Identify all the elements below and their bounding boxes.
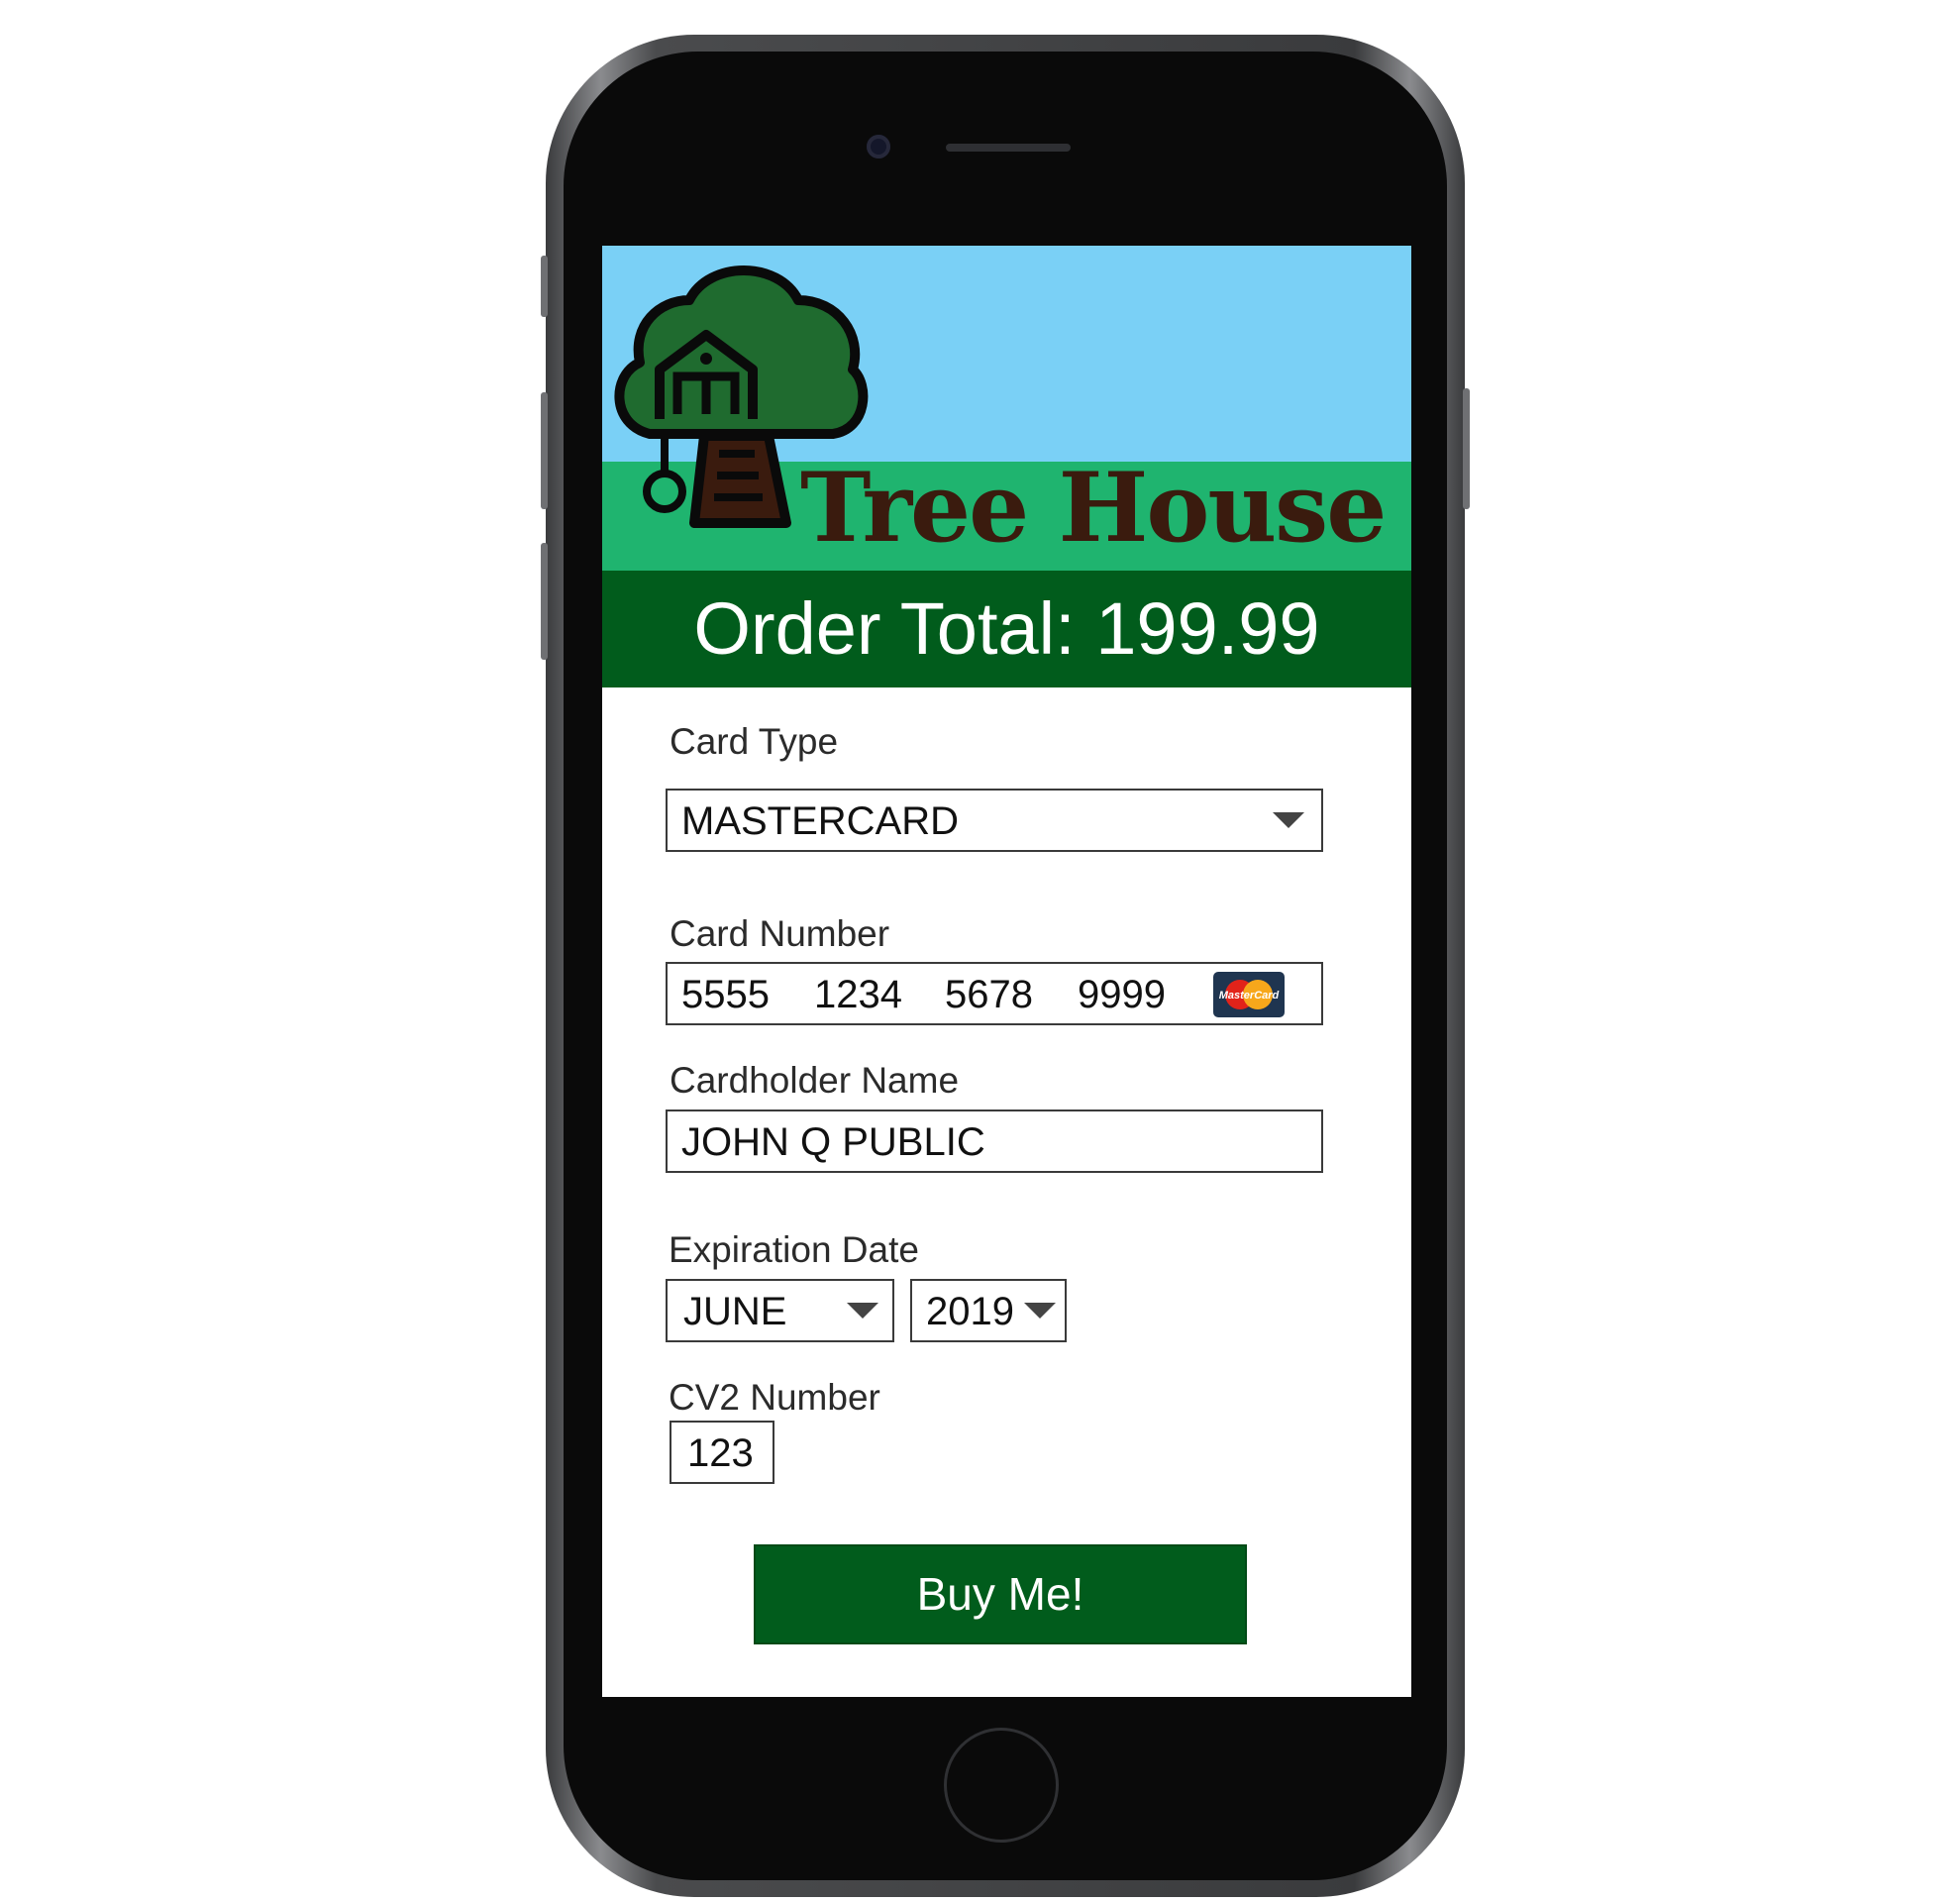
cv2-number-field[interactable]: 123 <box>670 1421 774 1484</box>
mastercard-icon: MasterCard <box>1213 972 1285 1017</box>
brand-title: Tree House <box>800 452 1387 564</box>
card-type-label: Card Type <box>670 721 839 762</box>
caret-down-icon <box>847 1303 878 1319</box>
card-number-label: Card Number <box>670 913 890 954</box>
cardholder-name-value: JOHN Q PUBLIC <box>681 1120 985 1164</box>
home-button[interactable] <box>944 1728 1059 1843</box>
cv2-number-value: 123 <box>687 1431 754 1475</box>
card-number-group: 1234 <box>814 973 902 1016</box>
expiration-date-label: Expiration Date <box>669 1229 919 1270</box>
volume-up-button <box>541 392 548 509</box>
app-screen: Tree House Order Total: 199.99 Card Type… <box>602 246 1411 1697</box>
card-type-value: MASTERCARD <box>681 799 960 843</box>
power-button <box>1463 388 1470 509</box>
expiration-year-value: 2019 <box>926 1290 1014 1333</box>
card-number-group: 9999 <box>1078 973 1166 1016</box>
mastercard-logo-text: MasterCard <box>1219 990 1280 1002</box>
caret-down-icon <box>1273 812 1304 828</box>
order-total: Order Total: 199.99 <box>693 587 1320 670</box>
card-number-group: 5678 <box>945 973 1033 1016</box>
cardholder-name-label: Cardholder Name <box>670 1060 960 1101</box>
speaker-grille <box>946 144 1071 152</box>
card-number-group: 5555 <box>681 973 770 1016</box>
camera-icon <box>867 135 890 158</box>
volume-down-button <box>541 543 548 660</box>
expiration-month-value: JUNE <box>683 1290 787 1333</box>
silent-switch <box>541 256 548 317</box>
cv2-number-label: CV2 Number <box>669 1377 880 1418</box>
card-type-select[interactable]: MASTERCARD <box>666 789 1323 852</box>
caret-down-icon <box>1024 1303 1056 1319</box>
cardholder-name-field[interactable]: JOHN Q PUBLIC <box>666 1110 1323 1173</box>
expiration-month-select[interactable]: JUNE <box>666 1279 894 1342</box>
buy-button[interactable]: Buy Me! <box>754 1544 1247 1644</box>
card-number-field[interactable]: 5555 1234 5678 9999 MasterCard <box>666 962 1323 1025</box>
expiration-year-select[interactable]: 2019 <box>910 1279 1067 1342</box>
